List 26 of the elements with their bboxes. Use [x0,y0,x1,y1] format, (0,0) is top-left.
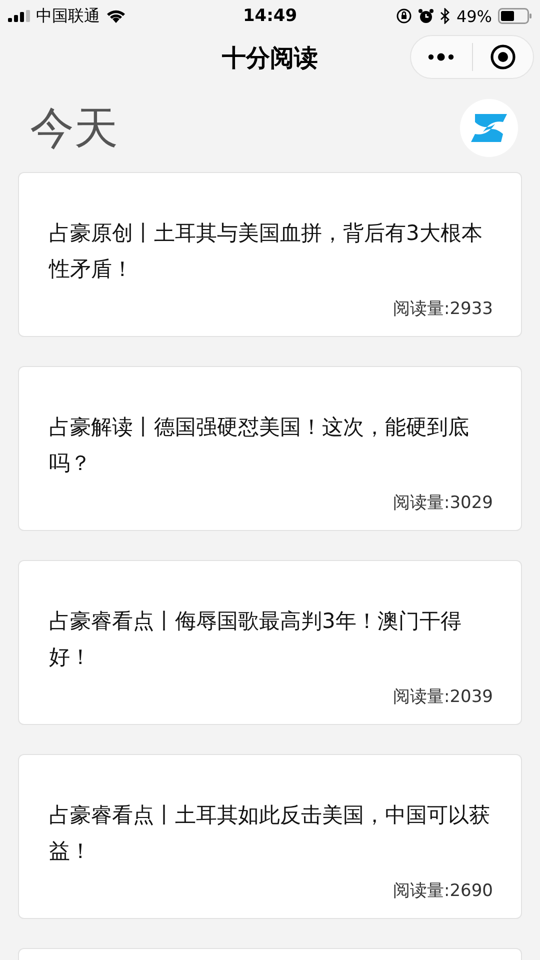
more-icon [428,53,454,61]
wifi-icon [106,9,126,23]
logo-icon [469,112,509,144]
article-title: 占豪解读丨德国强硬怼美国！这次，能硬到底吗？ [49,414,470,477]
read-count: 阅读量:2690 [392,880,493,902]
signal-icon [8,10,30,22]
read-count: 阅读量:2933 [392,298,493,320]
status-time: 14:49 [242,6,298,26]
section-heading: 今天 [30,102,118,156]
alarm-icon [418,8,434,24]
article-title: 占豪原创丨土耳其与美国血拼，背后有3大根本性矛盾！ [49,220,484,283]
article-card[interactable]: 占豪原创丨土耳其与美国血拼，背后有3大根本性矛盾！ 阅读量:2933 [18,172,522,337]
carrier-name: 中国联通 [36,6,100,26]
article-card[interactable]: 占豪睿看点丨土耳其如此反击美国，中国可以获益！ 阅读量:2690 [18,754,522,919]
bluetooth-icon [440,8,450,24]
target-icon [490,44,516,70]
article-title: 占豪睿看点丨土耳其如此反击美国，中国可以获益！ [49,802,491,865]
article-card[interactable]: 占豪解读丨德国强硬怼美国！这次，能硬到底吗？ 阅读量:3029 [18,366,522,531]
rotation-lock-icon [396,8,412,24]
page-title: 十分阅读 [222,43,318,74]
read-count: 阅读量:2039 [392,686,493,708]
article-title: 占豪睿看点丨侮辱国歌最高判3年！澳门干得好！ [49,608,462,671]
article-card[interactable]: 占豪睿看点丨侮辱国歌最高判3年！澳门干得好！ 阅读量:2039 [18,560,522,725]
battery-icon [498,8,532,24]
battery-percent: 49% [456,6,492,26]
read-count: 阅读量:3029 [392,492,493,514]
